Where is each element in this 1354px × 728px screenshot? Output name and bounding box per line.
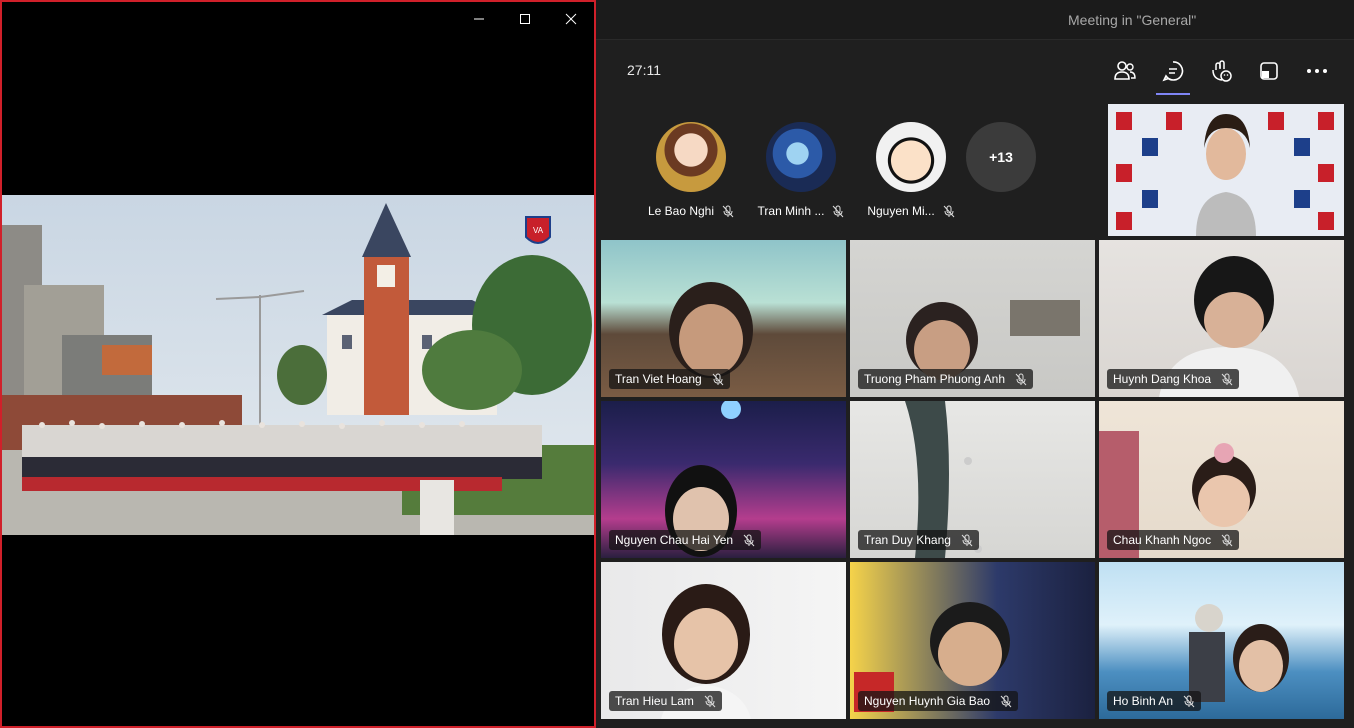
window-controls bbox=[456, 2, 594, 36]
participant-tile[interactable]: Truong Pham Phuong Anh bbox=[850, 240, 1095, 397]
more-options-button[interactable] bbox=[1300, 54, 1334, 88]
avatar-participant[interactable]: Tran Minh ... bbox=[746, 122, 856, 218]
overflow-count: +13 bbox=[966, 122, 1036, 192]
mic-off-icon bbox=[743, 534, 755, 547]
participant-name: Tran Duy Khang bbox=[864, 533, 951, 547]
mic-off-icon bbox=[722, 205, 734, 218]
school-photo: VA bbox=[2, 195, 594, 535]
school-logo-text: VA bbox=[533, 226, 544, 235]
participant-name: Nguyen Huynh Gia Bao bbox=[864, 694, 991, 708]
reactions-icon bbox=[1212, 60, 1232, 82]
mic-off-icon bbox=[704, 695, 716, 708]
participant-tile[interactable]: Ho Binh An bbox=[1099, 562, 1344, 719]
share-tray-button[interactable] bbox=[1252, 54, 1286, 88]
meeting-toolbar: 27:11 bbox=[596, 40, 1354, 100]
avatar bbox=[766, 122, 836, 192]
mic-off-icon bbox=[1000, 695, 1012, 708]
reactions-button[interactable] bbox=[1204, 54, 1238, 88]
video-grid: Tran Viet Hoang Truong Pham Phuong Anh H… bbox=[601, 240, 1344, 719]
more-options-icon bbox=[1307, 69, 1327, 73]
avatar bbox=[656, 122, 726, 192]
school-logo: VA bbox=[525, 216, 551, 244]
participants-button[interactable] bbox=[1108, 54, 1142, 88]
avatar-participant[interactable]: Nguyen Mi... bbox=[856, 122, 966, 218]
meeting-timer: 27:11 bbox=[627, 62, 661, 78]
mic-off-icon bbox=[1221, 534, 1233, 547]
title-bar: Meeting in "General" bbox=[596, 0, 1354, 40]
mic-off-icon bbox=[1015, 373, 1027, 386]
avatar-name: Nguyen Mi... bbox=[867, 204, 935, 218]
participant-tile[interactable]: Huynh Dang Khoa bbox=[1099, 240, 1344, 397]
mic-off-icon bbox=[1221, 373, 1233, 386]
participant-tile[interactable]: Chau Khanh Ngoc bbox=[1099, 401, 1344, 558]
meeting-title: Meeting in "General" bbox=[1068, 12, 1197, 28]
avatar-name: Tran Minh ... bbox=[757, 204, 825, 218]
overflow-participants[interactable]: +13 bbox=[966, 122, 1076, 218]
mic-off-icon bbox=[712, 373, 724, 386]
people-icon bbox=[1114, 61, 1136, 80]
avatar bbox=[876, 122, 946, 192]
image-viewer-window: VA bbox=[0, 0, 596, 728]
maximize-button[interactable] bbox=[502, 2, 548, 36]
close-button[interactable] bbox=[548, 2, 594, 36]
minimize-button[interactable] bbox=[456, 2, 502, 36]
participant-tile[interactable]: Nguyen Huynh Gia Bao bbox=[850, 562, 1095, 719]
participant-tile[interactable]: Tran Viet Hoang bbox=[601, 240, 846, 397]
participant-name: Huynh Dang Khoa bbox=[1113, 372, 1212, 386]
participant-name: Tran Hieu Lam bbox=[615, 694, 694, 708]
avatar-participant[interactable]: Le Bao Nghi bbox=[636, 122, 746, 218]
avatar-strip: Le Bao Nghi Tran Minh ... Nguyen Mi... +… bbox=[636, 122, 1076, 218]
meeting-stage: Le Bao Nghi Tran Minh ... Nguyen Mi... +… bbox=[596, 100, 1354, 728]
mic-off-icon bbox=[961, 534, 973, 547]
participant-name: Truong Pham Phuong Anh bbox=[864, 372, 1005, 386]
maximize-icon bbox=[520, 14, 530, 24]
participant-name: Nguyen Chau Hai Yen bbox=[615, 533, 734, 547]
participant-tile[interactable]: Tran Hieu Lam bbox=[601, 562, 846, 719]
teams-meeting-window: Meeting in "General" 27:11 Le Bao Nghi T… bbox=[596, 0, 1354, 728]
close-icon bbox=[565, 13, 577, 25]
mic-off-icon bbox=[943, 205, 955, 218]
participant-name: Chau Khanh Ngoc bbox=[1113, 533, 1212, 547]
participant-name: Ho Binh An bbox=[1113, 694, 1174, 708]
participant-tile[interactable]: Nguyen Chau Hai Yen bbox=[601, 401, 846, 558]
participant-tile[interactable]: Tran Duy Khang bbox=[850, 401, 1095, 558]
self-view-video[interactable] bbox=[1108, 104, 1344, 236]
avatar-name: Le Bao Nghi bbox=[647, 204, 715, 218]
chat-button[interactable] bbox=[1156, 54, 1190, 95]
chat-icon bbox=[1162, 61, 1184, 82]
share-tray-icon bbox=[1260, 62, 1278, 80]
mic-off-icon bbox=[1183, 695, 1195, 708]
participant-name: Tran Viet Hoang bbox=[615, 372, 702, 386]
mic-off-icon bbox=[832, 205, 844, 218]
minimize-icon bbox=[474, 18, 484, 20]
